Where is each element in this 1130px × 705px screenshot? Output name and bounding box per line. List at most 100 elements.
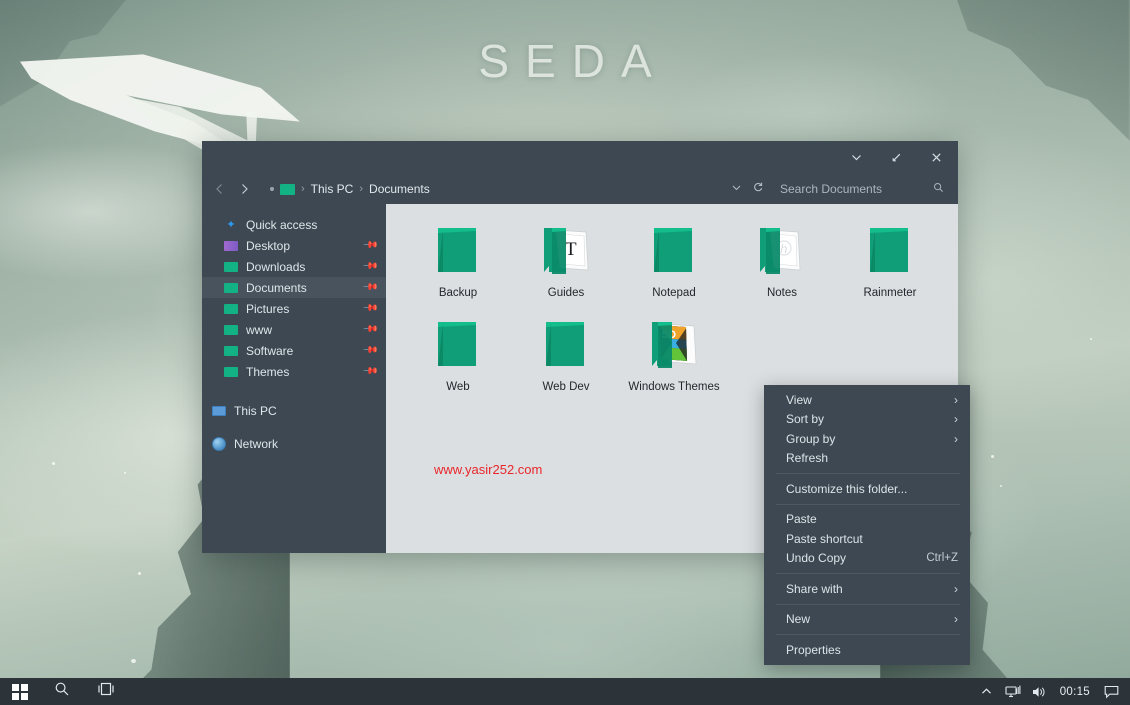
- file-item-label: Web Dev: [542, 381, 589, 394]
- pin-icon[interactable]: 📌: [361, 342, 378, 359]
- menu-item-share-with[interactable]: Share with ›: [764, 579, 970, 599]
- pin-icon[interactable]: 📌: [361, 237, 378, 254]
- menu-item-group-by[interactable]: Group by ›: [764, 429, 970, 449]
- taskbar[interactable]: 00:15: [0, 678, 1130, 705]
- pin-icon[interactable]: 📌: [361, 279, 378, 296]
- volume-icon[interactable]: [1026, 678, 1052, 705]
- menu-item-paste[interactable]: Paste: [764, 510, 970, 530]
- wallpaper-speck: [52, 462, 55, 465]
- menu-item-label: Refresh: [786, 451, 958, 465]
- menu-item-properties[interactable]: Properties: [764, 640, 970, 660]
- file-item-web-dev[interactable]: Web Dev: [512, 312, 620, 394]
- menu-item-undo-copy[interactable]: Undo Copy Ctrl+Z: [764, 549, 970, 569]
- menu-item-customize-this-folder[interactable]: Customize this folder...: [764, 479, 970, 499]
- sidebar-item-network[interactable]: Network: [202, 433, 386, 454]
- folder-document-icon: ℎ: [754, 222, 810, 280]
- breadcrumb[interactable]: › This PC › Documents: [264, 178, 723, 200]
- breadcrumb-segment-this-pc[interactable]: This PC: [311, 182, 354, 196]
- forward-button[interactable]: [232, 177, 256, 201]
- file-item-windows-themes[interactable]: 5D Windows Themes: [620, 312, 728, 394]
- folder-icon: [538, 316, 594, 374]
- menu-item-label: Undo Copy: [786, 551, 920, 565]
- taskbar-search-button[interactable]: [40, 678, 84, 705]
- file-item-notepad[interactable]: Notepad: [620, 218, 728, 300]
- pin-icon[interactable]: 📌: [361, 300, 378, 317]
- file-item-web[interactable]: Web: [404, 312, 512, 394]
- history-dropdown-icon[interactable]: [731, 180, 742, 198]
- wallpaper-speck: [138, 572, 141, 575]
- pin-icon[interactable]: 📌: [361, 363, 378, 380]
- action-center-button[interactable]: [1098, 678, 1124, 705]
- file-item-rainmeter[interactable]: Rainmeter: [836, 218, 944, 300]
- pin-icon[interactable]: 📌: [361, 321, 378, 338]
- network-icon[interactable]: [1000, 678, 1026, 705]
- wallpaper-title-text: SEDA: [0, 34, 1130, 88]
- sidebar-item-downloads[interactable]: Downloads 📌: [202, 256, 386, 277]
- refresh-icon[interactable]: [752, 180, 764, 198]
- menu-item-sort-by[interactable]: Sort by ›: [764, 410, 970, 430]
- menu-item-label: Paste: [786, 512, 958, 526]
- sidebar-item-label: This PC: [234, 404, 376, 418]
- file-item-label: Web: [446, 381, 469, 394]
- sidebar-item-label: Quick access: [246, 218, 376, 232]
- menu-separator: [776, 504, 960, 505]
- sidebar-item-desktop[interactable]: Desktop 📌: [202, 235, 386, 256]
- sidebar-item-www[interactable]: www 📌: [202, 319, 386, 340]
- sidebar-item-label: Themes: [246, 365, 356, 379]
- file-item-label: Rainmeter: [863, 287, 916, 300]
- sidebar-item-themes[interactable]: Themes 📌: [202, 361, 386, 382]
- breadcrumb-overflow-icon[interactable]: [270, 187, 274, 191]
- search-box[interactable]: Search Documents: [772, 178, 952, 200]
- menu-item-new[interactable]: New ›: [764, 610, 970, 630]
- show-hidden-icons-button[interactable]: [974, 678, 1000, 705]
- wallpaper-speck: [1000, 485, 1002, 487]
- pin-icon[interactable]: 📌: [361, 258, 378, 275]
- sidebar-item-quick-access[interactable]: ✦ Quick access: [202, 214, 386, 235]
- address-bar[interactable]: › This PC › Documents Search Documents: [202, 174, 958, 204]
- folder-icon: [224, 367, 238, 377]
- search-input[interactable]: Search Documents: [780, 182, 882, 196]
- breadcrumb-segment-documents[interactable]: Documents: [369, 182, 430, 196]
- back-button[interactable]: [208, 177, 232, 201]
- taskbar-clock[interactable]: 00:15: [1052, 686, 1098, 698]
- file-item-label: Guides: [548, 287, 584, 300]
- sidebar-item-software[interactable]: Software 📌: [202, 340, 386, 361]
- menu-item-label: View: [786, 393, 948, 407]
- close-button[interactable]: [916, 143, 956, 173]
- start-button[interactable]: [0, 678, 40, 705]
- menu-item-refresh[interactable]: Refresh: [764, 449, 970, 469]
- menu-item-view[interactable]: View ›: [764, 390, 970, 410]
- svg-text:T: T: [565, 239, 577, 260]
- file-item-label: Notes: [767, 287, 797, 300]
- task-view-icon: [96, 681, 116, 702]
- globe-icon: [212, 437, 226, 451]
- address-bar-actions[interactable]: [723, 180, 772, 198]
- sidebar-item-documents[interactable]: Documents 📌: [202, 277, 386, 298]
- folder-icon: [430, 316, 486, 374]
- file-item-guides[interactable]: T Guides: [512, 218, 620, 300]
- chevron-right-icon: ›: [954, 393, 958, 407]
- file-item-backup[interactable]: Backup: [404, 218, 512, 300]
- menu-item-paste-shortcut[interactable]: Paste shortcut: [764, 529, 970, 549]
- window-titlebar[interactable]: [202, 141, 958, 174]
- menu-item-label: Paste shortcut: [786, 532, 958, 546]
- file-item-notes[interactable]: ℎ Notes: [728, 218, 836, 300]
- system-tray[interactable]: 00:15: [974, 678, 1130, 705]
- desktop[interactable]: SEDA › This PC: [0, 0, 1130, 705]
- maximize-button[interactable]: [876, 143, 916, 173]
- context-menu[interactable]: View › Sort by › Group by › Refresh Cust…: [764, 385, 970, 665]
- folder-icon: [224, 241, 238, 251]
- folder-icon: [646, 222, 702, 280]
- navigation-pane[interactable]: ✦ Quick access Desktop 📌 Downloads 📌 Doc…: [202, 204, 386, 553]
- menu-item-label: Share with: [786, 582, 948, 596]
- wallpaper-speck: [1090, 338, 1092, 340]
- sidebar-item-pictures[interactable]: Pictures 📌: [202, 298, 386, 319]
- taskbar-left: [0, 678, 128, 705]
- search-icon[interactable]: [933, 182, 944, 196]
- menu-item-shortcut: Ctrl+Z: [926, 552, 958, 564]
- menu-separator: [776, 473, 960, 474]
- menu-item-label: New: [786, 612, 948, 626]
- task-view-button[interactable]: [84, 678, 128, 705]
- minimize-button[interactable]: [836, 143, 876, 173]
- sidebar-item-this-pc[interactable]: This PC: [202, 400, 386, 421]
